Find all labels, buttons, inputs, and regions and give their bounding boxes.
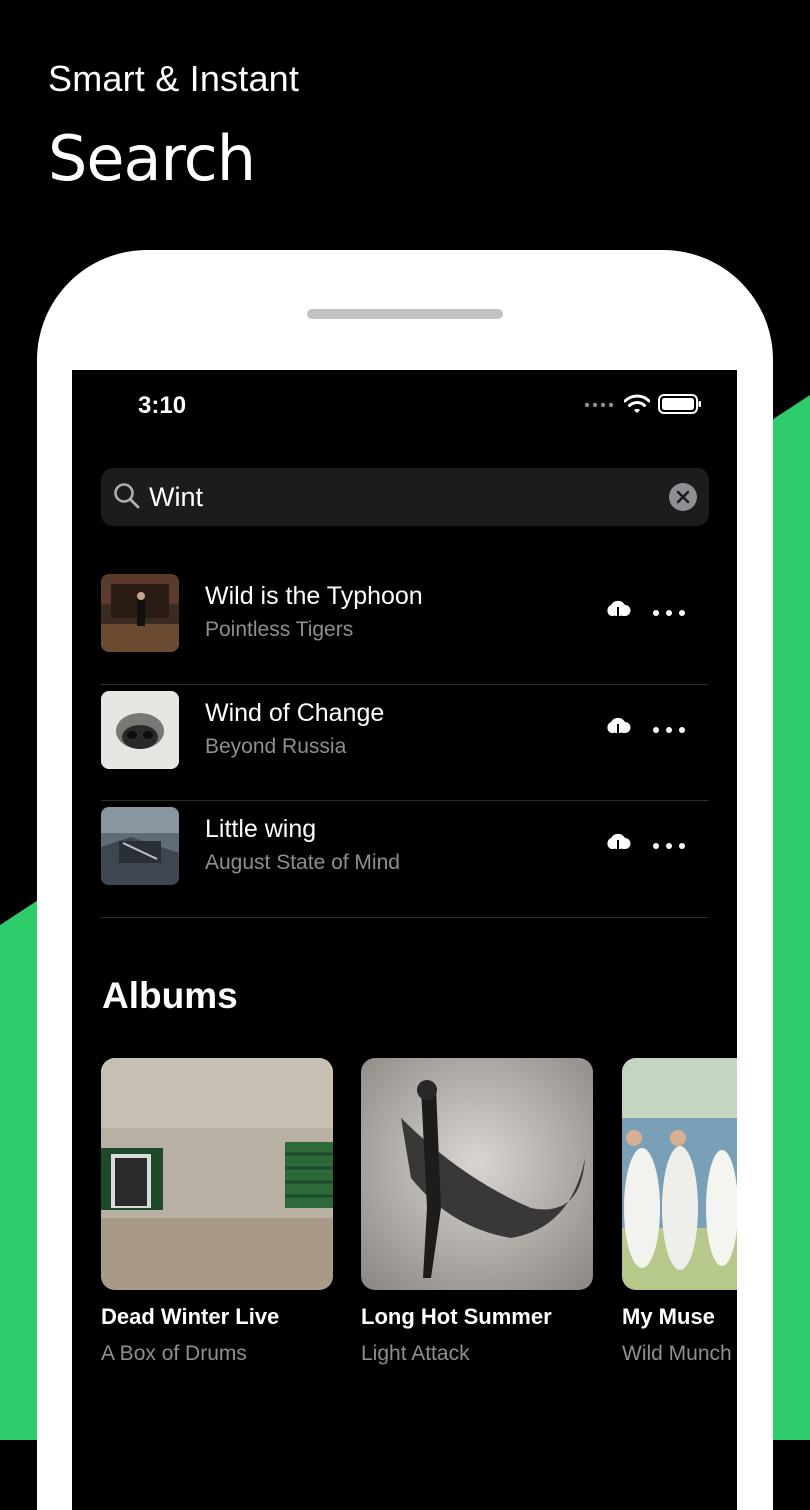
promo-headline: Smart & Instant xyxy=(48,58,300,99)
clear-search-button[interactable] xyxy=(669,483,697,511)
phone-speaker xyxy=(307,309,503,319)
track-row[interactable]: Wild is the Typhoon Pointless Tigers xyxy=(101,568,709,685)
album-artwork xyxy=(101,1058,333,1290)
album-artwork xyxy=(361,1058,593,1290)
track-row[interactable]: Wind of Change Beyond Russia xyxy=(101,685,709,801)
more-options-button[interactable] xyxy=(653,715,685,745)
track-row[interactable]: Little wing August State of Mind xyxy=(101,801,709,918)
album-card[interactable]: Dead Winter Live A Box of Drums xyxy=(101,1058,333,1366)
track-artwork xyxy=(101,807,179,885)
album-carousel[interactable]: Dead Winter Live A Box of Drums Long Hot… xyxy=(101,1058,737,1378)
battery-icon xyxy=(658,394,701,414)
more-options-button[interactable] xyxy=(653,598,685,628)
track-artwork xyxy=(101,690,179,769)
track-title: Wind of Change xyxy=(205,698,385,727)
close-icon xyxy=(676,490,690,504)
album-title: Dead Winter Live xyxy=(101,1304,280,1329)
track-title: Little wing xyxy=(205,815,317,843)
album-artist: Light Attack xyxy=(361,1342,470,1365)
track-artist: Pointless Tigers xyxy=(205,618,354,641)
track-title: Wild is the Typhoon xyxy=(205,582,423,610)
search-icon xyxy=(114,483,140,509)
album-artist: A Box of Drums xyxy=(101,1342,247,1365)
cloud-download-icon[interactable] xyxy=(604,598,632,624)
track-artwork xyxy=(101,574,179,652)
album-artist: Wild Munch xyxy=(622,1342,732,1365)
album-card[interactable]: Long Hot Summer Light Attack xyxy=(361,1058,593,1366)
signal-icon xyxy=(584,402,614,408)
app-screen: 3:10 Wint Wild is the Typhoon Pointless … xyxy=(72,370,737,1510)
phone-frame: 3:10 Wint Wild is the Typhoon Pointless … xyxy=(37,250,773,1510)
track-artist: Beyond Russia xyxy=(205,734,347,758)
cloud-download-icon[interactable] xyxy=(604,831,632,857)
album-card[interactable]: My Muse Wild Munch xyxy=(622,1058,737,1366)
albums-heading: Albums xyxy=(102,975,238,1016)
track-list: Wild is the Typhoon Pointless Tigers Win… xyxy=(101,568,709,918)
cloud-download-icon[interactable] xyxy=(604,715,632,741)
status-icons xyxy=(584,394,702,414)
album-title: My Muse xyxy=(622,1304,715,1329)
album-title: Long Hot Summer xyxy=(361,1304,552,1329)
search-bar[interactable] xyxy=(101,468,709,526)
track-artist: August State of Mind xyxy=(205,851,400,874)
search-input[interactable] xyxy=(149,468,649,526)
more-options-button[interactable] xyxy=(653,831,685,861)
status-time: 3:10 xyxy=(138,392,187,419)
album-artwork xyxy=(622,1058,737,1290)
wifi-icon xyxy=(624,394,650,413)
promo-subheadline: Search xyxy=(48,122,256,195)
